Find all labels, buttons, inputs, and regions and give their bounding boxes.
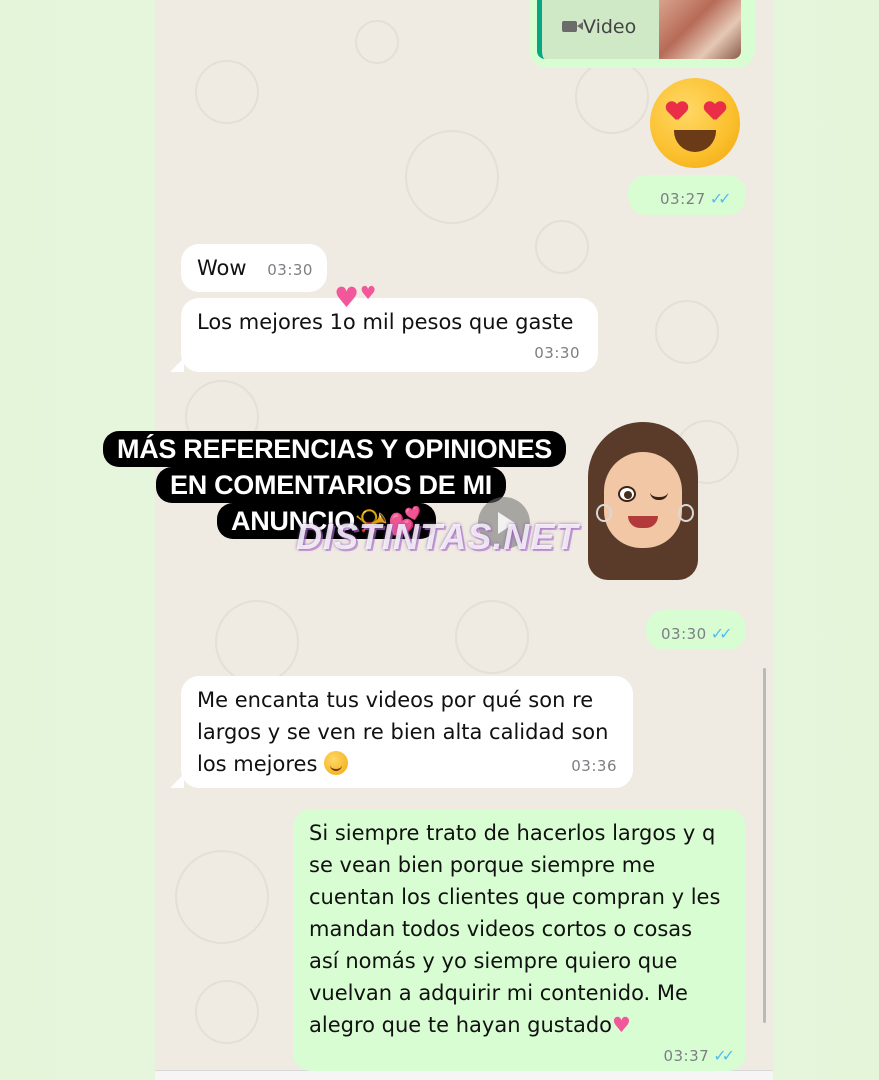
- heart-eye-right-icon: [704, 102, 724, 120]
- message-line: así nomás y yo siempre quiero que: [309, 949, 678, 973]
- bubble-tail: [170, 774, 184, 788]
- message-line: mandan todos videos cortos o cosas: [309, 917, 693, 941]
- message-text: Los mejores 1o mil pesos que gaste: [197, 310, 574, 334]
- message-time: 03:27: [660, 190, 706, 208]
- message-meta: 03:30: [197, 338, 582, 366]
- smiling-face-emoji: [324, 751, 349, 775]
- earring-right-icon: [678, 504, 694, 522]
- memoji-smile: [628, 516, 658, 528]
- promo-line-1: MÁS REFERENCIAS Y OPINIONES: [103, 431, 566, 467]
- message-bubble-in[interactable]: Los mejores 1o mil pesos que gaste 03:30: [181, 298, 598, 372]
- message-line-wrap: alegro que te hayan gustado♥: [309, 1009, 730, 1041]
- message-line: cuentan los clientes que compran y les: [309, 885, 721, 909]
- scrollbar[interactable]: [763, 668, 766, 1023]
- video-camera-icon: [562, 21, 583, 32]
- heart-eyes-emoji: [650, 78, 740, 168]
- earring-left-icon: [596, 504, 612, 522]
- memoji-wink-icon: [650, 492, 668, 500]
- video-label: Video: [583, 16, 637, 38]
- memoji-face: [604, 452, 682, 548]
- bubble-tail: [170, 358, 184, 372]
- promo-line-2: EN COMENTARIOS DE MI: [156, 467, 507, 503]
- message-line: alegro que te hayan gustado: [309, 1013, 613, 1037]
- read-ticks-icon: ✓✓: [710, 624, 733, 643]
- watermark: DISTINTAS.NET: [296, 516, 579, 557]
- bottom-divider: [155, 1070, 773, 1080]
- message-bubble-out[interactable]: Si siempre trato de hacerlos largos y q …: [293, 809, 746, 1071]
- read-ticks-icon: ✓✓: [713, 1046, 735, 1065]
- message-line: Si siempre trato de hacerlos largos y q: [309, 821, 716, 845]
- video-thumbnail[interactable]: [659, 0, 741, 59]
- message-line: largos y se ven re bien alta calidad son: [197, 720, 609, 744]
- message-bubble-out[interactable]: 03:27 ✓✓: [628, 175, 746, 215]
- message-time: 03:30: [661, 625, 707, 643]
- two-hearts-icon: ♥: [612, 1013, 631, 1037]
- message-bubble-out[interactable]: 03:30 ✓✓: [646, 610, 746, 650]
- memoji-eye-icon: [618, 486, 636, 502]
- message-meta: 03:37 ✓✓: [309, 1043, 735, 1067]
- message-line: se vean bien porque siempre me: [309, 853, 656, 877]
- message-last-line-wrap: los mejores 03:36: [197, 748, 617, 780]
- video-label-wrap: Video: [562, 16, 636, 38]
- read-ticks-icon: ✓✓: [709, 189, 732, 208]
- video-reply-preview[interactable]: Video: [537, 0, 741, 59]
- emoji-mouth: [674, 130, 716, 152]
- message-line: vuelvan a adquirir mi contenido. Me: [309, 981, 688, 1005]
- message-bubble-in[interactable]: Me encanta tus videos por qué son re lar…: [181, 676, 633, 788]
- message-time: 03:37: [663, 1047, 710, 1065]
- message-time: 03:36: [571, 757, 617, 775]
- message-text: Wow: [197, 256, 247, 280]
- message-time: 03:30: [534, 344, 580, 362]
- message-bubble-in[interactable]: Wow 03:30: [181, 244, 327, 292]
- two-hearts-icon: ♥ ♥: [334, 281, 377, 314]
- message-time: 03:30: [267, 261, 313, 279]
- message-line: Me encanta tus videos por qué son re: [197, 688, 594, 712]
- message-line: los mejores: [197, 752, 318, 776]
- memoji-sticker: [584, 422, 702, 582]
- heart-eye-left-icon: [666, 102, 686, 120]
